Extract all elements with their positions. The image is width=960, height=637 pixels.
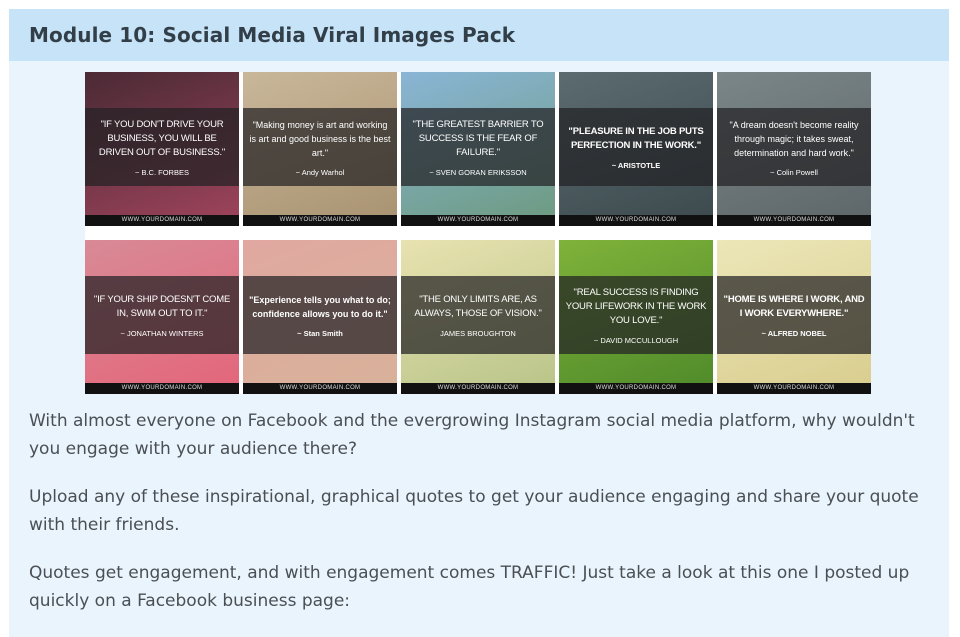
image-footer-domain: WWW.YOURDOMAIN.COM — [717, 215, 871, 226]
quote-text: "Making money is art and working is art … — [249, 119, 391, 158]
quote-band: "Real success is finding your lifework i… — [559, 276, 713, 354]
module-title: Module 10: Social Media Viral Images Pac… — [29, 23, 516, 47]
quote-band: "If you don't drive your business, you w… — [85, 108, 239, 186]
quote-author: ~ B.C. Forbes — [135, 167, 189, 177]
image-footer-domain: WWW.YOURDOMAIN.COM — [401, 383, 555, 394]
image-footer-domain: WWW.YOURDOMAIN.COM — [243, 383, 397, 394]
module-content: With almost everyone on Facebook and the… — [29, 407, 934, 635]
quote-text: "If you don't drive your business, you w… — [98, 118, 226, 158]
quote-band: "A dream doesn't become reality through … — [717, 108, 871, 186]
quote-text: "The only limits are, as always, those o… — [414, 293, 542, 319]
quote-text: "A dream doesn't become reality through … — [729, 119, 859, 158]
quote-author: ~ Alfred Nobel — [761, 328, 827, 338]
quote-band: "Home is where I work, and I work everyw… — [717, 276, 871, 354]
quote-author: ~ Stan Smith — [297, 328, 343, 338]
image-footer-domain: WWW.YOURDOMAIN.COM — [401, 215, 555, 226]
quote-image: "The only limits are, as always, those o… — [401, 240, 555, 394]
quote-text: "Home is where I work, and I work everyw… — [723, 293, 865, 319]
image-footer-domain: WWW.YOURDOMAIN.COM — [559, 383, 713, 394]
image-footer-domain: WWW.YOURDOMAIN.COM — [85, 383, 239, 394]
quote-text: "Pleasure in the job puts perfection in … — [568, 125, 704, 151]
quote-band: "Making money is art and working is art … — [243, 108, 397, 186]
paragraph-3: Quotes get engagement, and with engageme… — [29, 563, 910, 611]
quote-image: "Home is where I work, and I work everyw… — [717, 240, 871, 394]
quote-author: ~ Sven Goran Eriksson — [429, 167, 527, 177]
quote-image: "If your ship doesn't come in, swim out … — [85, 240, 239, 394]
module-section: Module 10: Social Media Viral Images Pac… — [9, 9, 949, 637]
quote-image: "Making money is art and working is art … — [243, 72, 397, 226]
quote-author: ~ Andy Warhol — [295, 167, 345, 177]
paragraph-2: Upload any of these inspirational, graph… — [29, 487, 919, 535]
quote-band: "Experience tells you what to do; confid… — [243, 276, 397, 354]
quote-author: ~ Jonathan Winters — [120, 328, 204, 338]
quote-image: "Pleasure in the job puts perfection in … — [559, 72, 713, 226]
quote-text: "If your ship doesn't come in, swim out … — [93, 293, 231, 319]
image-grid: "If you don't drive your business, you w… — [85, 72, 871, 394]
image-footer-domain: WWW.YOURDOMAIN.COM — [717, 383, 871, 394]
quote-text: "Real success is finding your lifework i… — [565, 286, 707, 326]
quote-author: ~ Aristotle — [611, 160, 661, 170]
quote-image: "Real success is finding your lifework i… — [559, 240, 713, 394]
paragraph-1: With almost everyone on Facebook and the… — [29, 411, 915, 459]
quote-image: "Experience tells you what to do; confid… — [243, 240, 397, 394]
quote-band: "Pleasure in the job puts perfection in … — [559, 108, 713, 186]
quote-image: "A dream doesn't become reality through … — [717, 72, 871, 226]
quote-author: ~ Colin Powell — [770, 167, 818, 177]
image-footer-domain: WWW.YOURDOMAIN.COM — [243, 215, 397, 226]
module-header: Module 10: Social Media Viral Images Pac… — [9, 9, 949, 61]
quote-band: "The greatest barrier to success is the … — [401, 108, 555, 186]
quote-text: "The greatest barrier to success is the … — [412, 118, 544, 158]
image-footer-domain: WWW.YOURDOMAIN.COM — [85, 215, 239, 226]
quote-band: "If your ship doesn't come in, swim out … — [85, 276, 239, 354]
quote-image: "The greatest barrier to success is the … — [401, 72, 555, 226]
image-footer-domain: WWW.YOURDOMAIN.COM — [559, 215, 713, 226]
quote-text: "Experience tells you what to do; confid… — [249, 294, 391, 319]
quote-band: "The only limits are, as always, those o… — [401, 276, 555, 354]
quote-author: ~ David McCullough — [593, 335, 679, 345]
quote-image: "If you don't drive your business, you w… — [85, 72, 239, 226]
quote-author: James Broughton — [440, 328, 516, 338]
